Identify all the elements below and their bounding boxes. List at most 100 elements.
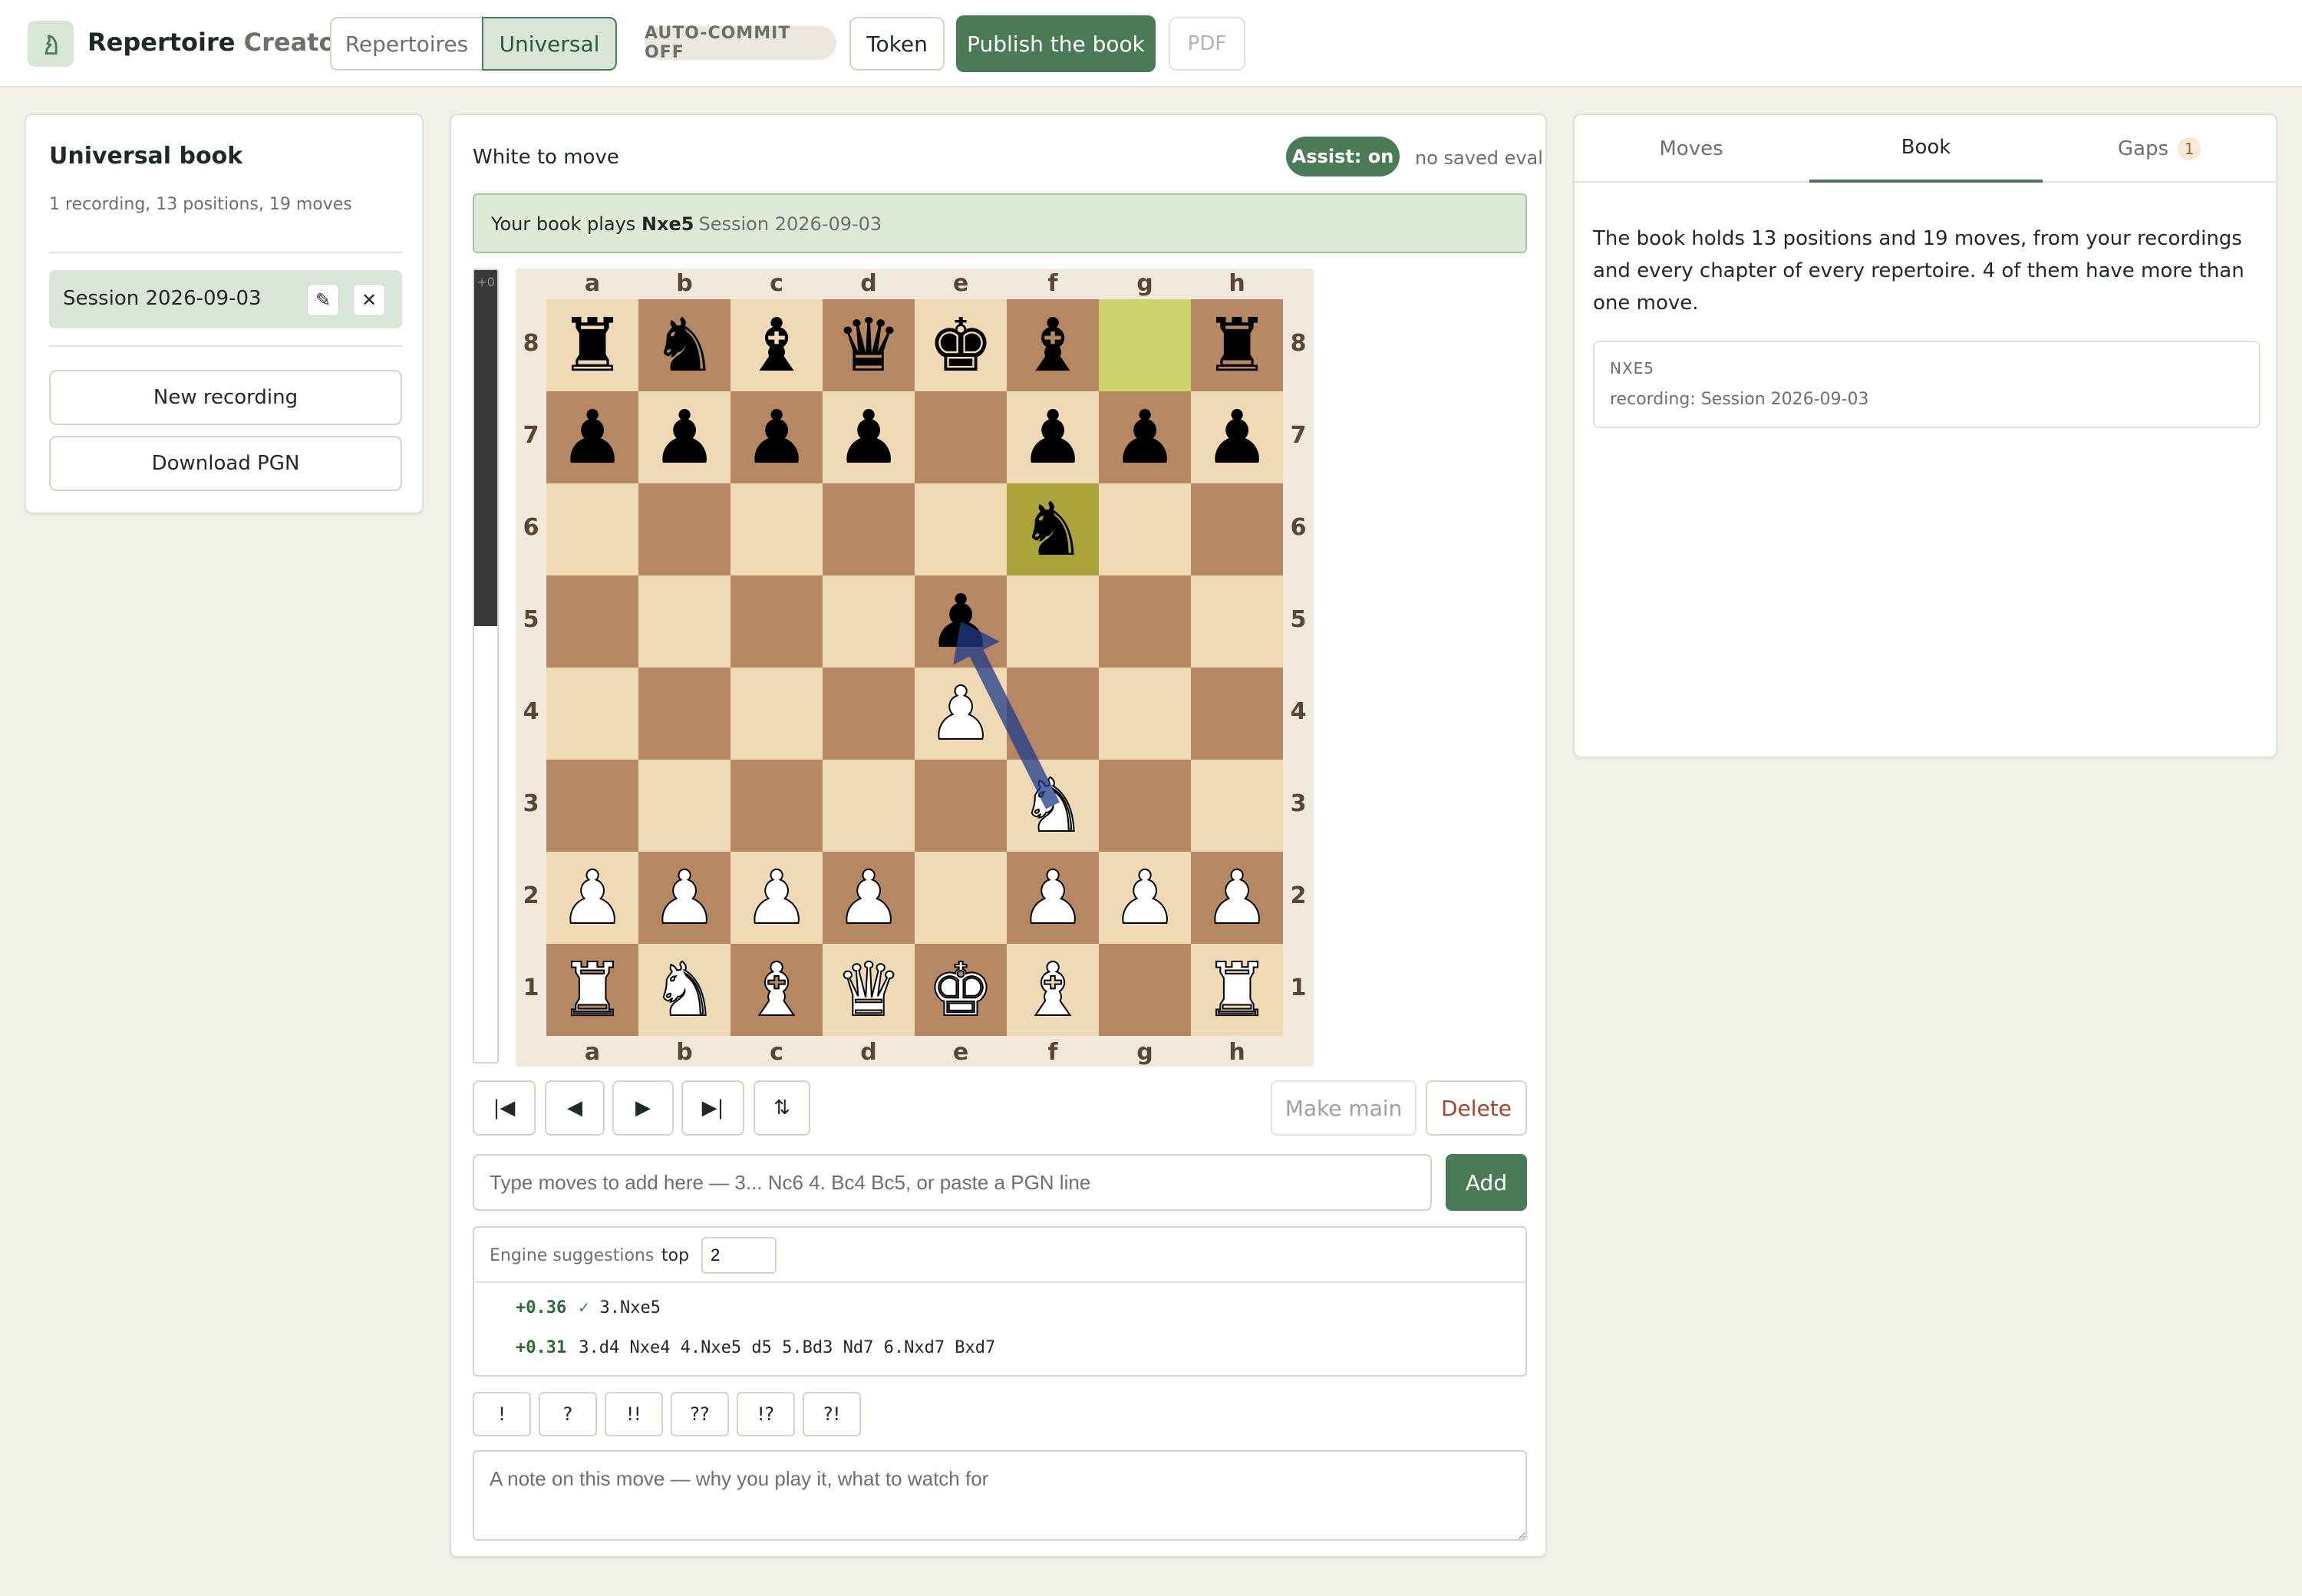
make-main-button[interactable]: Make main — [1271, 1080, 1416, 1136]
glyph-good-button[interactable]: ! — [473, 1392, 531, 1436]
white-pawn-icon[interactable]: ♟ — [1019, 860, 1087, 935]
publish-button[interactable]: Publish the book — [956, 15, 1156, 72]
add-button[interactable]: Add — [1446, 1154, 1527, 1211]
black-pawn-icon[interactable]: ♟ — [836, 401, 902, 474]
square-d6[interactable] — [823, 483, 915, 575]
square-b3[interactable] — [638, 760, 731, 852]
move-note-field[interactable] — [473, 1450, 1527, 1541]
square-h5[interactable] — [1191, 575, 1283, 668]
white-pawn-icon[interactable]: ♟ — [1203, 860, 1271, 935]
square-f6[interactable]: ♞ — [1007, 483, 1099, 575]
chess-board[interactable]: ♜ ♞ ♝ ♛ ♚ ♝ ♜ ♟ ♟ ♟ ♟ ♟ ♟ ♟ ♞ ♟ ♟ ♞ ♟ ♟ ♟ ♟ ♟ ♟ ♟ ♜ ♞ ♝ ♛ ♚ ♝ ♜ — [546, 299, 1283, 1036]
square-g3[interactable] — [1099, 760, 1191, 852]
square-f7[interactable]: ♟ — [1007, 391, 1099, 483]
black-pawn-icon[interactable]: ♟ — [1020, 401, 1086, 474]
square-b1[interactable]: ♞ — [638, 944, 731, 1036]
black-queen-icon[interactable]: ♛ — [836, 308, 902, 382]
glyph-interesting-button[interactable]: !? — [737, 1392, 795, 1436]
session-item[interactable]: Session 2026-09-03 ✎ ✕ — [49, 270, 402, 328]
black-pawn-icon[interactable]: ♟ — [559, 401, 625, 474]
glyph-blunder-button[interactable]: ?? — [671, 1392, 729, 1436]
black-knight-icon[interactable]: ♞ — [1020, 493, 1086, 566]
white-pawn-icon[interactable]: ♟ — [743, 860, 810, 935]
white-queen-icon[interactable]: ♛ — [835, 952, 902, 1027]
glyph-dubious-button[interactable]: ?! — [803, 1392, 861, 1436]
square-e5[interactable]: ♟ — [915, 575, 1007, 668]
engine-top-input[interactable] — [701, 1237, 777, 1274]
white-king-icon[interactable]: ♚ — [927, 952, 994, 1027]
white-bishop-icon[interactable]: ♝ — [1019, 952, 1087, 1027]
square-f2[interactable]: ♟ — [1007, 852, 1099, 944]
square-c7[interactable]: ♟ — [731, 391, 823, 483]
square-g2[interactable]: ♟ — [1099, 852, 1191, 944]
square-a4[interactable] — [546, 668, 638, 760]
close-icon[interactable]: ✕ — [353, 284, 385, 316]
tab-universal[interactable]: Universal — [482, 17, 617, 71]
square-d8[interactable]: ♛ — [823, 299, 915, 391]
square-f5[interactable] — [1007, 575, 1099, 668]
square-a8[interactable]: ♜ — [546, 299, 638, 391]
square-c4[interactable] — [731, 668, 823, 760]
square-a7[interactable]: ♟ — [546, 391, 638, 483]
square-h2[interactable]: ♟ — [1191, 852, 1283, 944]
black-pawn-icon[interactable]: ♟ — [1112, 401, 1178, 474]
square-b6[interactable] — [638, 483, 731, 575]
tab-gaps[interactable]: Gaps 1 — [2043, 115, 2276, 183]
prev-move-button[interactable]: ◀ — [545, 1080, 605, 1136]
next-move-button[interactable]: ▶ — [612, 1080, 674, 1136]
book-move-card[interactable]: NXE5 recording: Session 2026-09-03 — [1593, 341, 2261, 428]
black-pawn-icon[interactable]: ♟ — [928, 585, 994, 658]
square-g1[interactable] — [1099, 944, 1191, 1036]
square-a3[interactable] — [546, 760, 638, 852]
tab-book[interactable]: Book — [1809, 115, 2043, 183]
square-e2[interactable] — [915, 852, 1007, 944]
white-pawn-icon[interactable]: ♟ — [559, 860, 626, 935]
square-g7[interactable]: ♟ — [1099, 391, 1191, 483]
square-b4[interactable] — [638, 668, 731, 760]
square-e7[interactable] — [915, 391, 1007, 483]
square-d3[interactable] — [823, 760, 915, 852]
square-h4[interactable] — [1191, 668, 1283, 760]
token-button[interactable]: Token — [849, 17, 945, 71]
black-pawn-icon[interactable]: ♟ — [1204, 401, 1270, 474]
move-input[interactable] — [473, 1154, 1432, 1211]
engine-line[interactable]: +0.36 ✓ 3.Nxe5 — [516, 1298, 661, 1317]
white-rook-icon[interactable]: ♜ — [1203, 952, 1271, 1027]
square-d7[interactable]: ♟ — [823, 391, 915, 483]
square-g8[interactable] — [1099, 299, 1191, 391]
square-d4[interactable] — [823, 668, 915, 760]
white-knight-icon[interactable]: ♞ — [1019, 768, 1087, 843]
square-d2[interactable]: ♟ — [823, 852, 915, 944]
square-c3[interactable] — [731, 760, 823, 852]
square-f3[interactable]: ♞ — [1007, 760, 1099, 852]
white-pawn-icon[interactable]: ♟ — [835, 860, 902, 935]
square-b7[interactable]: ♟ — [638, 391, 731, 483]
assist-toggle[interactable]: Assist: on — [1286, 137, 1400, 176]
square-d5[interactable] — [823, 575, 915, 668]
tab-repertoires[interactable]: Repertoires — [330, 17, 483, 71]
black-pawn-icon[interactable]: ♟ — [744, 401, 810, 474]
auto-commit-toggle[interactable]: AUTO-COMMIT OFF — [645, 24, 836, 62]
square-b5[interactable] — [638, 575, 731, 668]
black-bishop-icon[interactable]: ♝ — [744, 308, 810, 382]
tab-moves[interactable]: Moves — [1575, 115, 1808, 183]
white-rook-icon[interactable]: ♜ — [559, 952, 626, 1027]
white-pawn-icon[interactable]: ♟ — [927, 676, 994, 751]
engine-line[interactable]: +0.31 3.d4 Nxe4 4.Nxe5 d5 5.Bd3 Nd7 6.Nxd… — [516, 1338, 995, 1357]
download-pgn-button[interactable]: Download PGN — [49, 436, 402, 491]
black-rook-icon[interactable]: ♜ — [1204, 308, 1270, 382]
square-f1[interactable]: ♝ — [1007, 944, 1099, 1036]
black-knight-icon[interactable]: ♞ — [651, 308, 717, 382]
first-move-button[interactable]: |◀ — [473, 1080, 536, 1136]
square-b2[interactable]: ♟ — [638, 852, 731, 944]
square-b8[interactable]: ♞ — [638, 299, 731, 391]
white-pawn-icon[interactable]: ♟ — [651, 860, 718, 935]
black-pawn-icon[interactable]: ♟ — [651, 401, 717, 474]
white-pawn-icon[interactable]: ♟ — [1111, 860, 1179, 935]
square-h6[interactable] — [1191, 483, 1283, 575]
square-h1[interactable]: ♜ — [1191, 944, 1283, 1036]
square-c6[interactable] — [731, 483, 823, 575]
glyph-brilliant-button[interactable]: !! — [605, 1392, 663, 1436]
square-c5[interactable] — [731, 575, 823, 668]
white-knight-icon[interactable]: ♞ — [651, 952, 718, 1027]
